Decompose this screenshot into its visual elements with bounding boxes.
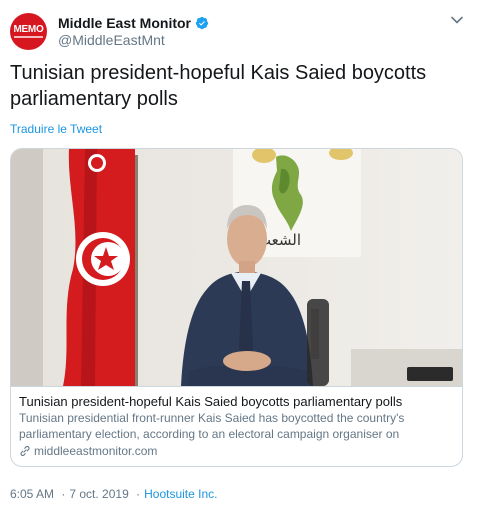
author-name-row[interactable]: Middle East Monitor	[58, 13, 209, 33]
card-description: Tunisian presidential front-runner Kais …	[19, 411, 405, 441]
card-title[interactable]: Tunisian president-hopeful Kais Saied bo…	[19, 394, 454, 410]
meta-separator-1: ·	[61, 487, 66, 501]
link-card[interactable]: الشعب يريد	[10, 148, 463, 467]
tweet: MEMO Middle East Monitor @MiddleEastMnt …	[0, 0, 478, 511]
keyboard	[407, 367, 453, 381]
meta-separator-2: ·	[136, 487, 141, 501]
card-info[interactable]: Tunisian president-hopeful Kais Saied bo…	[11, 386, 462, 466]
link-icon	[20, 445, 30, 457]
tweet-time[interactable]: 6:05 AM	[10, 487, 54, 501]
avatar[interactable]: MEMO	[10, 13, 47, 50]
author-name[interactable]: Middle East Monitor	[58, 15, 191, 31]
author-handle[interactable]: @MiddleEastMnt	[58, 32, 165, 48]
tweet-text: Tunisian president-hopeful Kais Saied bo…	[10, 62, 427, 110]
tweet-meta: 6:05 AM · 7 oct. 2019 · Hootsuite Inc.	[10, 487, 217, 501]
translate-tweet-link[interactable]: Traduire le Tweet	[10, 122, 102, 136]
card-photo: الشعب يريد	[11, 149, 462, 386]
card-domain[interactable]: middleeastmonitor.com	[19, 443, 454, 459]
tweet-date[interactable]: 7 oct. 2019	[69, 487, 128, 501]
avatar-logo-underline	[14, 36, 43, 38]
verified-badge-icon	[195, 16, 209, 30]
chevron-down-icon[interactable]	[450, 13, 464, 27]
card-domain-text: middleeastmonitor.com	[34, 444, 158, 458]
tweet-source-link[interactable]: Hootsuite Inc.	[144, 487, 217, 501]
avatar-logo-text: MEMO	[13, 24, 44, 35]
card-image[interactable]: الشعب يريد	[11, 149, 462, 386]
